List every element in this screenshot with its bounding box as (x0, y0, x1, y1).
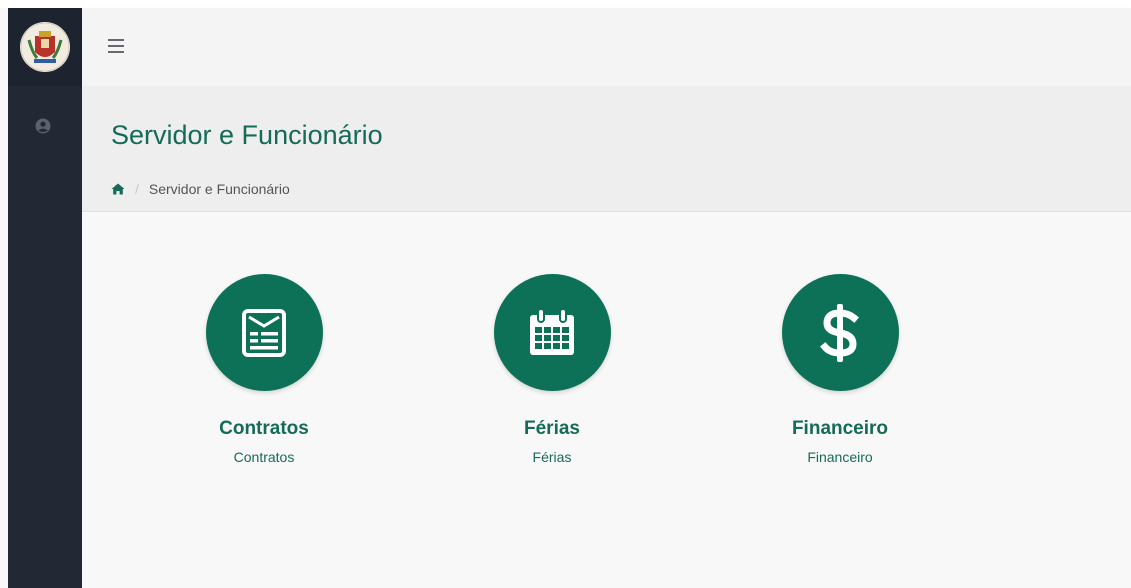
breadcrumb-separator: / (135, 181, 139, 197)
user-circle-icon[interactable] (35, 118, 51, 134)
tile-title[interactable]: Financeiro (755, 418, 925, 440)
sidebar (8, 8, 82, 588)
city-crest-icon (20, 22, 70, 72)
top-navbar (82, 8, 1131, 86)
tile-contratos[interactable]: Contratos Contratos (179, 274, 349, 465)
content-area: Contratos Contratos Férias Férias Financ… (82, 212, 1131, 588)
dollar-sign-icon (820, 303, 859, 362)
tile-financeiro[interactable]: Financeiro Financeiro (755, 274, 925, 465)
tile-circle[interactable] (493, 274, 611, 391)
tile-subtitle: Férias (532, 449, 572, 465)
breadcrumb: / Servidor e Funcionário (111, 181, 290, 197)
tile-subtitle: Contratos (233, 449, 295, 465)
logo-area[interactable] (8, 8, 82, 86)
page-header: Servidor e Funcionário / Servidor e Func… (82, 86, 1131, 212)
tile-title[interactable]: Férias (467, 418, 637, 440)
calendar-icon (530, 307, 574, 355)
app-window: Servidor e Funcionário / Servidor e Func… (0, 0, 1131, 588)
hamburger-icon[interactable] (108, 39, 124, 53)
page-title: Servidor e Funcionário (111, 120, 383, 150)
tile-circle[interactable] (781, 274, 899, 391)
main-area: Servidor e Funcionário / Servidor e Func… (82, 8, 1131, 588)
home-icon[interactable] (111, 183, 125, 195)
contract-document-icon (242, 308, 286, 357)
top-strip (0, 0, 1131, 8)
breadcrumb-current: Servidor e Funcionário (148, 181, 290, 197)
tile-circle[interactable] (205, 274, 323, 391)
tile-ferias[interactable]: Férias Férias (467, 274, 637, 465)
tile-subtitle: Financeiro (807, 449, 873, 465)
tile-title[interactable]: Contratos (179, 418, 349, 440)
